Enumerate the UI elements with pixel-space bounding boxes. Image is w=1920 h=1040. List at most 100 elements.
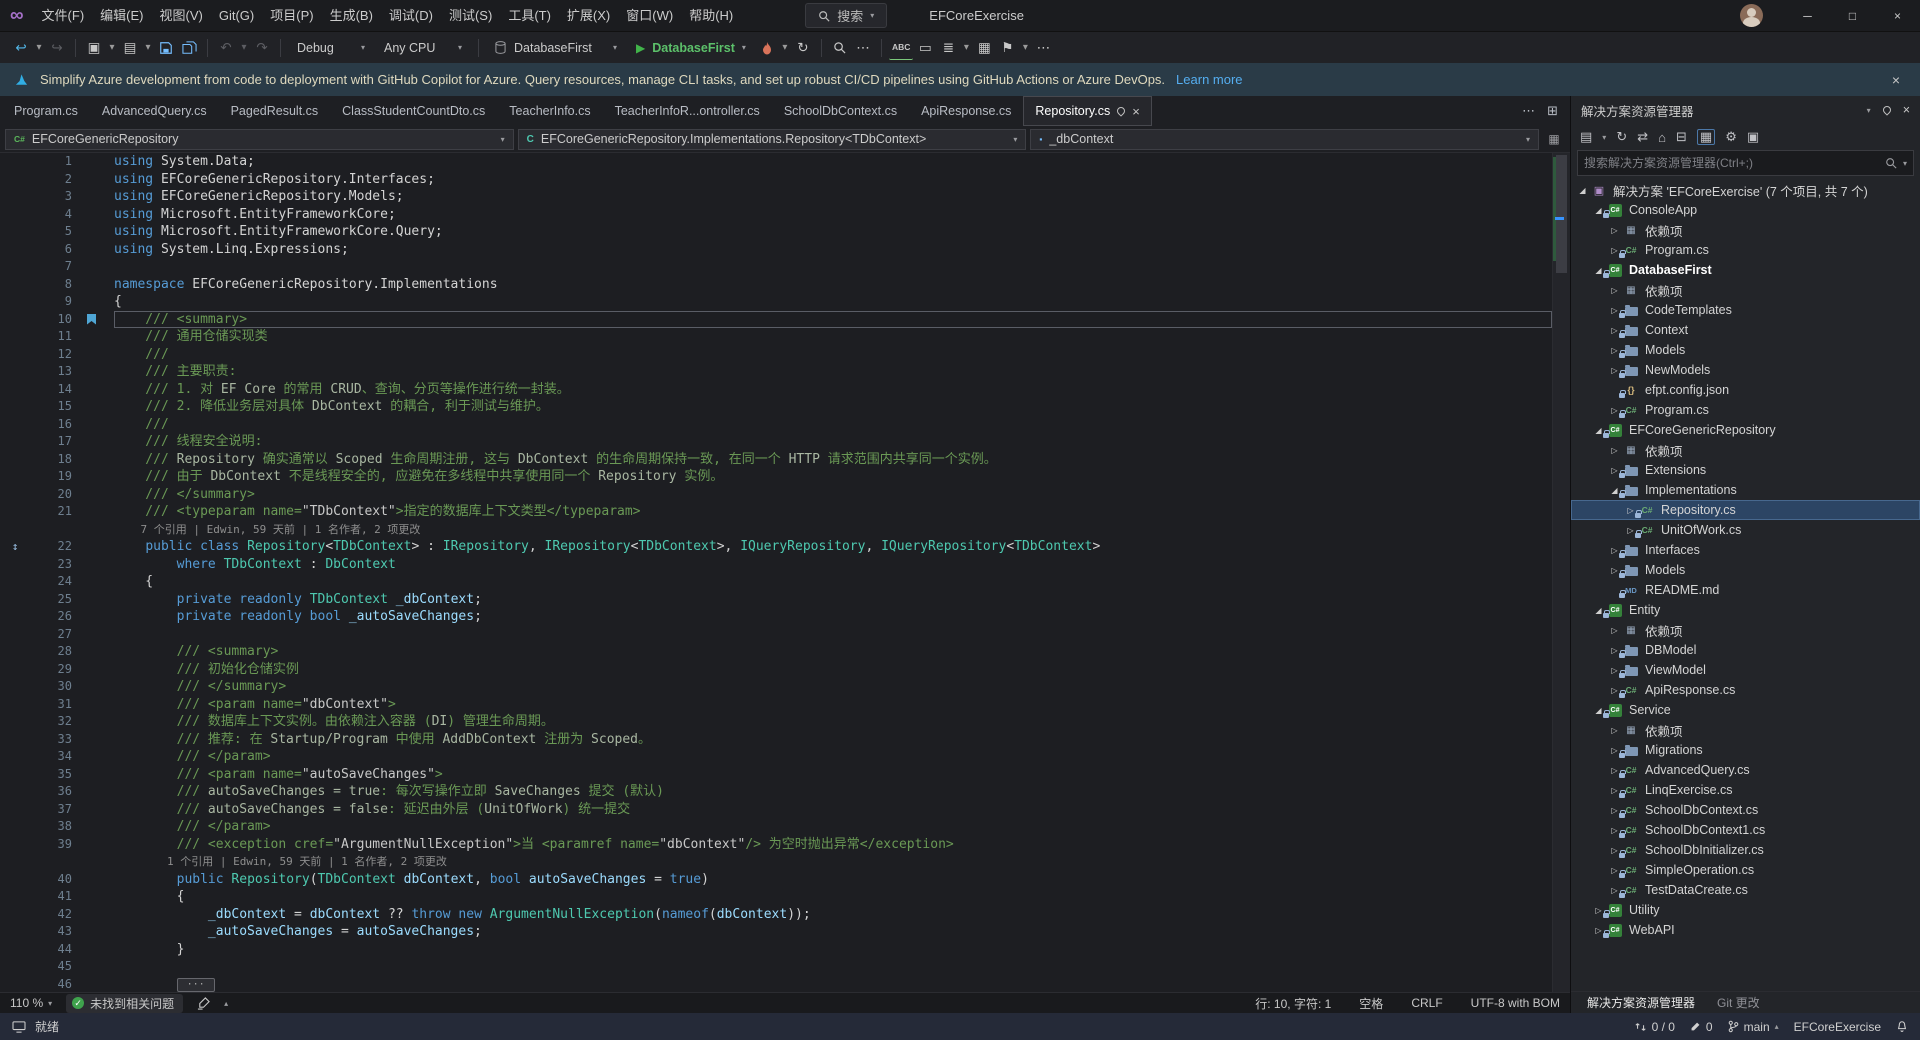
menu-item-2[interactable]: 视图(V): [152, 0, 211, 31]
tree-row-Program.cs[interactable]: ▷C#Program.cs: [1571, 400, 1920, 420]
tree-row-ViewModel[interactable]: ▷ViewModel: [1571, 660, 1920, 680]
undo-icon[interactable]: ↶: [215, 36, 237, 60]
open-file-caret-icon[interactable]: ▾: [142, 36, 154, 60]
tree-row-efpt.config.json[interactable]: {}efpt.config.json: [1571, 380, 1920, 400]
tree-row-Models[interactable]: ▷Models: [1571, 560, 1920, 580]
line-operations-caret-icon[interactable]: ▾: [960, 36, 972, 60]
new-project-caret-icon[interactable]: ▾: [106, 36, 118, 60]
find-in-files-icon[interactable]: [829, 36, 851, 60]
show-all-files-icon[interactable]: ▣: [1747, 129, 1759, 145]
tab-Repository.cs[interactable]: Repository.cs×: [1023, 96, 1151, 126]
navigate-back-caret-icon[interactable]: ▾: [33, 36, 45, 60]
editor-scrollbar[interactable]: [1552, 153, 1570, 992]
spell-checker-icon[interactable]: ABC: [889, 36, 913, 60]
tree-row-Program.cs[interactable]: ▷C#Program.cs: [1571, 240, 1920, 260]
tree-row--[interactable]: ▷▦依赖项: [1571, 440, 1920, 460]
tree-row-Extensions[interactable]: ▷Extensions: [1571, 460, 1920, 480]
startup-project-dropdown[interactable]: DatabaseFirst ▾: [486, 36, 626, 60]
indent-icon[interactable]: ▦: [973, 36, 995, 60]
menu-item-10[interactable]: 窗口(W): [618, 0, 681, 31]
menu-item-5[interactable]: 生成(B): [322, 0, 381, 31]
tree-row-Repository.cs[interactable]: ▷C#Repository.cs: [1571, 500, 1920, 520]
tree-row-LinqExercise.cs[interactable]: ▷C#LinqExercise.cs: [1571, 780, 1920, 800]
document-outline-icon[interactable]: ▦: [1541, 132, 1567, 146]
tree-row-TestDataCreate.cs[interactable]: ▷C#TestDataCreate.cs: [1571, 880, 1920, 900]
code-lines[interactable]: 1using System.Data;2using EFCoreGenericR…: [0, 153, 1552, 992]
navigate-back-icon[interactable]: ↩: [10, 36, 32, 60]
sync-with-active-document-icon[interactable]: ▦: [1697, 129, 1715, 145]
tab-TeacherInfo.cs[interactable]: TeacherInfo.cs: [497, 96, 602, 126]
tree-row-UnitOfWork.cs[interactable]: ▷C#UnitOfWork.cs: [1571, 520, 1920, 540]
collapse-all-icon[interactable]: ⊟: [1676, 129, 1687, 145]
menu-item-4[interactable]: 项目(P): [262, 0, 321, 31]
menu-item-11[interactable]: 帮助(H): [681, 0, 741, 31]
new-project-icon[interactable]: ▣: [83, 36, 105, 60]
solution-search-input[interactable]: [1584, 156, 1879, 170]
type-dropdown[interactable]: C EFCoreGenericRepository.Implementation…: [518, 129, 1027, 150]
tree-row-SchoolDbContext.cs[interactable]: ▷C#SchoolDbContext.cs: [1571, 800, 1920, 820]
menu-item-0[interactable]: 文件(F): [34, 0, 93, 31]
tree-row-DatabaseFirst[interactable]: ◢C#DatabaseFirst: [1571, 260, 1920, 280]
menu-item-7[interactable]: 测试(S): [441, 0, 500, 31]
tree-row-Models[interactable]: ▷Models: [1571, 340, 1920, 360]
more-commands-icon[interactable]: ⋯: [852, 36, 874, 60]
tree-row-Interfaces[interactable]: ▷Interfaces: [1571, 540, 1920, 560]
tree-row--[interactable]: ▷▦依赖项: [1571, 280, 1920, 300]
toolbar-overflow-icon[interactable]: ⋯: [1032, 36, 1054, 60]
tab-AdvancedQuery.cs[interactable]: AdvancedQuery.cs: [90, 96, 219, 126]
menu-item-8[interactable]: 工具(T): [500, 0, 559, 31]
close-button[interactable]: ×: [1875, 0, 1920, 31]
tree-row-README.md[interactable]: MDREADME.md: [1571, 580, 1920, 600]
code-cleanup-icon[interactable]: [197, 997, 210, 1010]
tree-row--[interactable]: ▷▦依赖项: [1571, 720, 1920, 740]
chevron-up-icon[interactable]: ▴: [224, 999, 228, 1008]
sync-icon[interactable]: ↻: [1616, 129, 1627, 145]
menu-item-9[interactable]: 扩展(X): [559, 0, 618, 31]
tree-row-NewModels[interactable]: ▷NewModels: [1571, 360, 1920, 380]
zoom-dropdown[interactable]: 110 % ▾: [10, 996, 52, 1010]
toggle-comment-icon[interactable]: ▭: [914, 36, 936, 60]
tab-ClassStudentCountDto.cs[interactable]: ClassStudentCountDto.cs: [330, 96, 497, 126]
chevron-collapsed-icon[interactable]: ▷: [1607, 226, 1622, 235]
infobar-close-icon[interactable]: ×: [1886, 72, 1906, 88]
project-dropdown[interactable]: C# EFCoreGenericRepository ▾: [5, 129, 514, 150]
code-health-indicator[interactable]: ✓ 未找到相关问题: [66, 994, 183, 1013]
minimize-button[interactable]: ─: [1785, 0, 1830, 31]
save-all-icon[interactable]: [178, 36, 200, 60]
member-dropdown[interactable]: ▪ _dbContext ▾: [1030, 129, 1539, 150]
background-tasks-icon[interactable]: [12, 1021, 26, 1033]
save-icon[interactable]: [155, 36, 177, 60]
tab-close-icon[interactable]: ×: [1132, 105, 1140, 118]
quick-search-box[interactable]: 搜索 ▾: [805, 3, 887, 28]
indentation-mode[interactable]: 空格: [1359, 995, 1383, 1012]
encoding[interactable]: UTF-8 with BOM: [1471, 996, 1560, 1010]
panel-close-icon[interactable]: ×: [1903, 103, 1910, 117]
start-debugging-button[interactable]: ▶ DatabaseFirst ▾: [627, 36, 755, 60]
chevron-down-icon[interactable]: ▾: [1867, 106, 1871, 115]
menu-item-3[interactable]: Git(G): [211, 0, 262, 31]
tree-row--[interactable]: ▷▦依赖项: [1571, 220, 1920, 240]
navigate-forward-icon[interactable]: ↪: [46, 36, 68, 60]
tree-row-SchoolDbInitializer.cs[interactable]: ▷C#SchoolDbInitializer.cs: [1571, 840, 1920, 860]
tree-row-Utility[interactable]: ▷C#Utility: [1571, 900, 1920, 920]
hot-reload-icon[interactable]: [756, 36, 778, 60]
pin-icon[interactable]: [1116, 105, 1127, 116]
tree-row-SchoolDbContext1.cs[interactable]: ▷C#SchoolDbContext1.cs: [1571, 820, 1920, 840]
line-ending[interactable]: CRLF: [1411, 996, 1442, 1010]
redo-icon[interactable]: ↷: [251, 36, 273, 60]
bookmark-toolbar-icon[interactable]: ⚑: [996, 36, 1018, 60]
tree-row-CodeTemplates[interactable]: ▷CodeTemplates: [1571, 300, 1920, 320]
tree-row-EFCoreGenericRepository[interactable]: ◢C#EFCoreGenericRepository: [1571, 420, 1920, 440]
chevron-down-icon[interactable]: ▾: [1903, 159, 1907, 168]
tree-row-Context[interactable]: ▷Context: [1571, 320, 1920, 340]
infobar-learn-more-link[interactable]: Learn more: [1176, 72, 1242, 87]
bookmark-caret-icon[interactable]: ▾: [1019, 36, 1031, 60]
maximize-button[interactable]: □: [1830, 0, 1875, 31]
chevron-collapsed-icon[interactable]: ▷: [1607, 286, 1622, 295]
properties-gear-icon[interactable]: ⚙: [1725, 129, 1737, 145]
line-operations-icon[interactable]: ≣: [937, 36, 959, 60]
tree-row-AdvancedQuery.cs[interactable]: ▷C#AdvancedQuery.cs: [1571, 760, 1920, 780]
hot-reload-caret-icon[interactable]: ▾: [779, 36, 791, 60]
undo-caret-icon[interactable]: ▾: [238, 36, 250, 60]
git-sync-status[interactable]: 0 / 0: [1635, 1020, 1675, 1034]
